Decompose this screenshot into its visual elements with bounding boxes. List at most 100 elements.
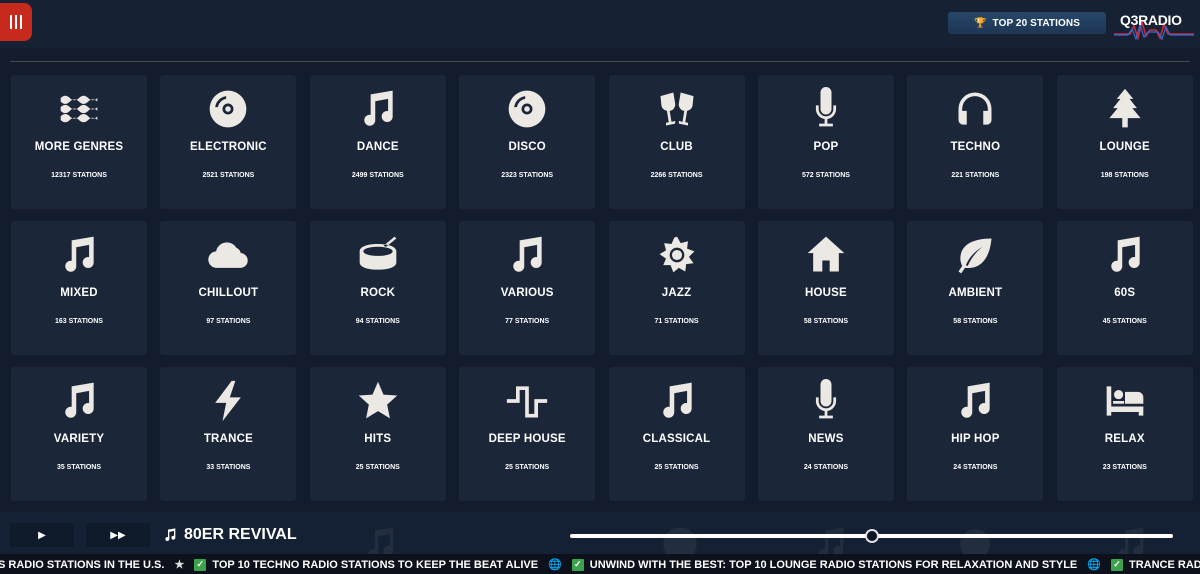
genre-card[interactable]: HOUSE 58 STATIONS (757, 221, 894, 355)
genre-card[interactable]: CLASSICAL 25 STATIONS (608, 367, 745, 501)
genre-card[interactable]: CHILLOUT 97 STATIONS (160, 221, 297, 355)
logo-text: Q3RADIO (1120, 12, 1182, 28)
music-note-icon (1057, 233, 1193, 277)
genre-card[interactable]: HIP HOP 24 STATIONS (907, 367, 1044, 501)
genre-station-count: 163 STATIONS (55, 318, 103, 325)
genre-card[interactable]: VARIETY 35 STATIONS (11, 367, 147, 501)
genre-card[interactable]: VARIOUS 77 STATIONS (459, 221, 596, 355)
logo[interactable]: Q3RADIO (1114, 10, 1194, 40)
genre-name: HOUSE (805, 287, 847, 299)
play-button[interactable]: ▶ (10, 523, 74, 547)
genre-name: NEWS (808, 433, 844, 445)
music-note-icon (310, 87, 446, 131)
genre-name: LOUNGE (1099, 141, 1150, 153)
ticker-item[interactable]: UNWIND WITH THE BEST: TOP 10 LOUNGE RADI… (590, 559, 1077, 571)
fast-forward-icon: ▶▶ (110, 529, 126, 541)
bolt-icon (160, 379, 296, 423)
genre-name: CHILLOUT (198, 287, 259, 299)
genre-station-count: 25 STATIONS (654, 464, 699, 471)
globe-icon: 🌐 (548, 559, 562, 571)
genre-station-count: 12317 STATIONS (51, 172, 107, 179)
genre-card[interactable]: POP 572 STATIONS (757, 75, 894, 209)
sun-icon (609, 233, 745, 277)
microphone-icon (758, 87, 894, 131)
genre-name: RELAX (1104, 433, 1145, 445)
genre-station-count: 198 STATIONS (1100, 172, 1149, 179)
genre-name: CLASSICAL (642, 433, 711, 445)
genre-card[interactable]: TECHNO 221 STATIONS (907, 75, 1044, 209)
genre-card[interactable]: MIXED 163 STATIONS (11, 221, 147, 355)
ticker-item[interactable]: TRANCE RADIO ONLINE – TH (1129, 559, 1200, 571)
genre-card[interactable]: RELAX 23 STATIONS (1056, 367, 1193, 501)
genre-name: VARIETY (53, 433, 105, 445)
genre-name: CLUB (660, 141, 693, 153)
genre-name: DISCO (508, 141, 546, 153)
genre-station-count: 2323 STATIONS (501, 172, 554, 179)
house-icon (758, 233, 894, 277)
check-icon: ✓ (194, 558, 207, 571)
genre-station-count: 572 STATIONS (801, 172, 850, 179)
genre-station-count: 45 STATIONS (1102, 318, 1147, 325)
drum-icon (310, 233, 446, 277)
genre-card[interactable]: MORE GENRES 12317 STATIONS (11, 75, 147, 209)
genre-card[interactable]: AMBIENT 58 STATIONS (907, 221, 1044, 355)
genre-station-count: 2266 STATIONS (650, 172, 703, 179)
top20-stations-button[interactable]: 🏆 TOP 20 STATIONS (948, 12, 1106, 34)
tree-icon (1057, 87, 1193, 131)
ticker-item[interactable]: TOP 10 TECHNO RADIO STATIONS TO KEEP THE… (212, 559, 538, 571)
next-button[interactable]: ▶▶ (86, 523, 150, 547)
genre-grid: MORE GENRES 12317 STATIONS ELECTRONIC 2521 … (11, 75, 1193, 501)
record-icon (160, 87, 296, 131)
genre-card[interactable]: 60S 45 STATIONS (1056, 221, 1193, 355)
music-note-icon (165, 528, 176, 542)
genre-station-count: 71 STATIONS (654, 318, 699, 325)
genre-card[interactable]: ROCK 94 STATIONS (309, 221, 446, 355)
genre-card[interactable]: JAZZ 71 STATIONS (608, 221, 745, 355)
genre-name: VARIOUS (500, 287, 554, 299)
genre-station-count: 25 STATIONS (505, 464, 550, 471)
now-playing-title: 80ER REVIVAL (184, 526, 297, 543)
genre-name: POP (813, 141, 839, 153)
leaf-icon (960, 529, 990, 554)
genre-card[interactable]: NEWS 24 STATIONS (757, 367, 894, 501)
trophy-icon: 🏆 (973, 17, 987, 29)
leaf-icon (907, 233, 1043, 277)
genre-station-count: 94 STATIONS (355, 318, 400, 325)
genre-name: MORE GENRES (34, 141, 124, 153)
music-note-icon (459, 233, 595, 277)
genre-card[interactable]: HITS 25 STATIONS (309, 367, 446, 501)
genre-station-count: 2521 STATIONS (202, 172, 255, 179)
genre-card[interactable]: DEEP HOUSE 25 STATIONS (459, 367, 596, 501)
genre-station-count: 35 STATIONS (56, 464, 102, 471)
genre-card[interactable]: ELECTRONIC 2521 STATIONS (160, 75, 297, 209)
genre-station-count: 23 STATIONS (1102, 464, 1147, 471)
genre-name: AMBIENT (948, 287, 1003, 299)
genre-station-count: 25 STATIONS (355, 464, 400, 471)
genre-card[interactable]: CLUB 2266 STATIONS (608, 75, 745, 209)
genre-station-count: 97 STATIONS (206, 318, 251, 325)
genre-name: 60S (1114, 287, 1136, 299)
globe-icon: 🌐 (1087, 559, 1101, 571)
music-note-icon (1118, 527, 1144, 554)
volume-slider-thumb[interactable] (864, 529, 879, 543)
genre-station-count: 58 STATIONS (803, 318, 848, 325)
genre-card[interactable]: TRANCE 33 STATIONS (160, 367, 297, 501)
genre-card[interactable]: DISCO 2323 STATIONS (459, 75, 596, 209)
genre-name: HIP HOP (951, 433, 1000, 445)
record-icon (459, 87, 595, 131)
genre-card[interactable]: LOUNGE 198 STATIONS (1056, 75, 1193, 209)
top20-label: TOP 20 STATIONS (992, 17, 1080, 29)
genre-name: TECHNO (950, 141, 1001, 153)
headphones-icon (907, 87, 1043, 131)
genre-station-count: 221 STATIONS (951, 172, 1000, 179)
player-bar: ▶ ▶▶ 80ER REVIVAL (0, 512, 1200, 554)
hamburger-icon[interactable] (0, 3, 32, 41)
genre-card[interactable]: DANCE 2499 STATIONS (309, 75, 446, 209)
glasses-cheers-icon (609, 87, 745, 131)
play-icon: ▶ (38, 529, 46, 541)
ticker-item[interactable]: S RADIO STATIONS IN THE U.S. (0, 559, 164, 571)
star-icon (310, 379, 446, 423)
genre-station-count: 24 STATIONS (953, 464, 998, 471)
music-note-icon (609, 379, 745, 423)
waves-icon (11, 87, 147, 131)
